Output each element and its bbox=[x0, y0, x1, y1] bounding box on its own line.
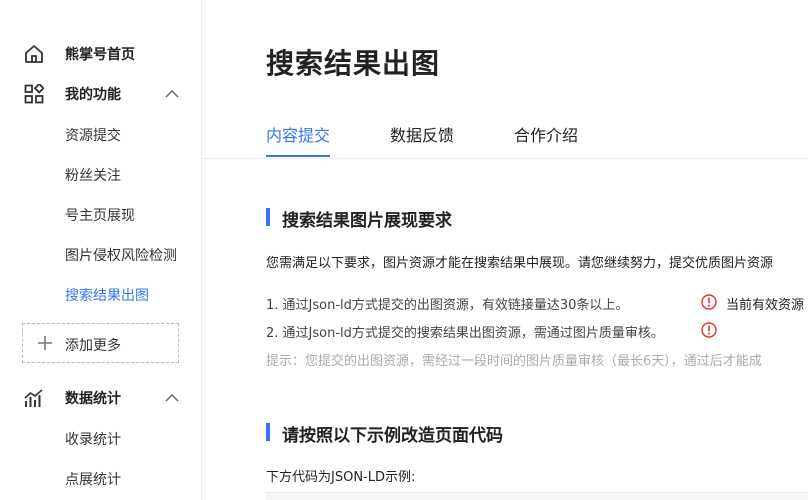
section-title: 请按照以下示例改造页面代码 bbox=[282, 426, 503, 446]
chevron-up-icon[interactable] bbox=[165, 89, 179, 99]
tab-cooperation[interactable]: 合作介绍 bbox=[514, 122, 578, 146]
sidebar-item-search-images[interactable]: 搜索结果出图 bbox=[65, 285, 149, 305]
requirement-item: 2. 通过Json-ld方式提交的搜索结果出图资源，需通过图片质量审核。 bbox=[266, 326, 664, 341]
active-tab-indicator bbox=[266, 155, 330, 157]
warning-icon bbox=[701, 294, 717, 310]
tab-data-feedback[interactable]: 数据反馈 bbox=[390, 122, 454, 146]
tab-bar: 内容提交 数据反馈 合作介绍 bbox=[202, 118, 808, 159]
main-content: 搜索结果出图 内容提交 数据反馈 合作介绍 搜索结果图片展现要求 您需满足以下要… bbox=[202, 0, 808, 500]
hint-text: 提示：您提交的出图资源，需经过一段时间的图片质量审核（最长6天），通过后才能成 bbox=[266, 354, 762, 369]
sidebar-item-fans[interactable]: 粉丝关注 bbox=[65, 165, 121, 185]
sidebar-item-home[interactable]: 熊掌号首页 bbox=[0, 34, 201, 74]
sidebar-item-impression-stats[interactable]: 点展统计 bbox=[65, 469, 121, 489]
sidebar-item-label: 熊掌号首页 bbox=[65, 47, 135, 63]
requirement-status: 当前有效资源 bbox=[726, 298, 805, 313]
add-more-button[interactable]: 添加更多 bbox=[22, 323, 179, 363]
sidebar-group-features[interactable]: 我的功能 bbox=[0, 74, 201, 114]
apps-grid-icon bbox=[24, 84, 44, 104]
plus-icon bbox=[38, 336, 52, 350]
code-example-label: 下方代码为JSON-LD示例: bbox=[266, 470, 416, 485]
warning-icon bbox=[701, 322, 717, 338]
chevron-up-icon[interactable] bbox=[165, 393, 179, 403]
stats-chart-icon bbox=[24, 389, 43, 407]
sidebar-item-resource-submit[interactable]: 资源提交 bbox=[65, 125, 121, 145]
add-more-label: 添加更多 bbox=[65, 338, 121, 354]
sidebar-group-stats[interactable]: 数据统计 bbox=[0, 378, 201, 418]
section-accent-bar bbox=[266, 208, 270, 226]
section-title: 搜索结果图片展现要求 bbox=[282, 211, 452, 231]
sidebar-item-image-infringement[interactable]: 图片侵权风险检测 bbox=[65, 245, 177, 265]
sidebar-group-label: 数据统计 bbox=[65, 391, 121, 407]
tab-content-submit[interactable]: 内容提交 bbox=[266, 122, 330, 146]
page-title: 搜索结果出图 bbox=[266, 47, 441, 80]
section-accent-bar bbox=[266, 423, 270, 441]
section-intro: 您需满足以下要求，图片资源才能在搜索结果中展现。请您继续努力，提交优质图片资源 bbox=[266, 256, 774, 271]
home-icon bbox=[25, 45, 43, 63]
requirement-item: 1. 通过Json-ld方式提交的出图资源，有效链接量达30条以上。 bbox=[266, 298, 629, 313]
sidebar: 熊掌号首页 我的功能 资源提交 粉丝关注 号主页展现 图片侵权风险检测 搜索结果… bbox=[0, 0, 202, 500]
sidebar-item-homepage-display[interactable]: 号主页展现 bbox=[65, 205, 135, 225]
code-example-box bbox=[266, 492, 808, 500]
sidebar-group-label: 我的功能 bbox=[65, 87, 121, 103]
sidebar-item-index-stats[interactable]: 收录统计 bbox=[65, 429, 121, 449]
